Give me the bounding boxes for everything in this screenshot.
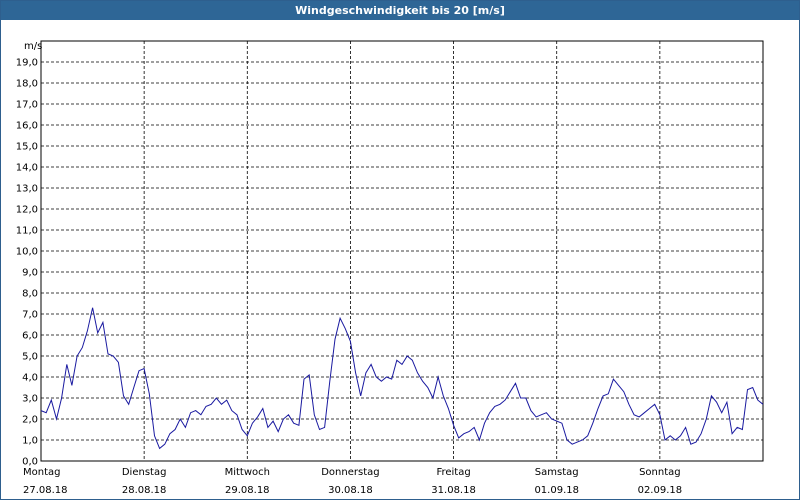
y-tick-label: 3,0 — [22, 394, 38, 405]
y-tick-label: 5,0 — [22, 352, 38, 363]
x-tick-date-label: 30.08.18 — [328, 485, 373, 496]
y-tick-label: 12,0 — [16, 205, 38, 216]
x-tick-day-label: Freitag — [436, 467, 470, 478]
y-tick-label: 7,0 — [22, 310, 38, 321]
y-tick-label: 0,0 — [22, 457, 38, 468]
y-tick-label: 4,0 — [22, 373, 38, 384]
x-tick-day-label: Dienstag — [122, 467, 167, 478]
y-tick-label: 6,0 — [22, 331, 38, 342]
y-tick-label: 16,0 — [16, 121, 38, 132]
grid-lines — [41, 41, 763, 461]
x-tick-day-label: Donnerstag — [321, 467, 379, 478]
y-tick-label: 9,0 — [22, 268, 38, 279]
x-axis-ticks: Montag 27.08.18 Dienstag 28.08.18 Mittwoch 29… — [23, 467, 682, 496]
x-tick-date-label: 27.08.18 — [23, 485, 68, 496]
x-tick-date-label: 01.09.18 — [534, 485, 579, 496]
y-axis-unit-label: m/s — [24, 41, 42, 52]
y-tick-label: 10,0 — [16, 247, 38, 258]
x-tick-date-label: 31.08.18 — [431, 485, 476, 496]
x-tick-date-label: 29.08.18 — [225, 485, 270, 496]
y-tick-label: 15,0 — [16, 142, 38, 153]
x-tick-date-label: 28.08.18 — [122, 485, 167, 496]
x-tick-day-label: Montag — [23, 467, 60, 478]
y-tick-label: 14,0 — [16, 163, 38, 174]
y-tick-label: 13,0 — [16, 184, 38, 195]
x-tick-date-label: 02.09.18 — [638, 485, 683, 496]
chart-window: Windgeschwindigkeit bis 20 [m/s] m/s 0,0… — [0, 0, 800, 500]
wind-speed-chart: m/s 0,0 1,0 2,0 3,0 4,0 5,0 6,0 7,0 8,0 9,0 10,0 11… — [16, 40, 764, 496]
y-axis-ticks: 0,0 1,0 2,0 3,0 4,0 5,0 6,0 7,0 8,0 9,0 10,0 11,0 12… — [16, 58, 38, 468]
y-tick-label: 1,0 — [22, 436, 38, 447]
wind-speed-line — [40, 307, 764, 450]
x-tick-day-label: Samstag — [535, 467, 579, 478]
y-tick-label: 11,0 — [16, 226, 38, 237]
y-tick-label: 18,0 — [16, 79, 38, 90]
x-tick-day-label: Sonntag — [639, 467, 681, 478]
y-tick-label: 2,0 — [22, 415, 38, 426]
y-tick-label: 8,0 — [22, 289, 38, 300]
y-tick-label: 19,0 — [16, 58, 38, 69]
x-tick-day-label: Mittwoch — [225, 467, 270, 478]
series-group — [40, 307, 764, 450]
y-tick-label: 17,0 — [16, 100, 38, 111]
chart-title: Windgeschwindigkeit bis 20 [m/s] — [1, 1, 799, 20]
